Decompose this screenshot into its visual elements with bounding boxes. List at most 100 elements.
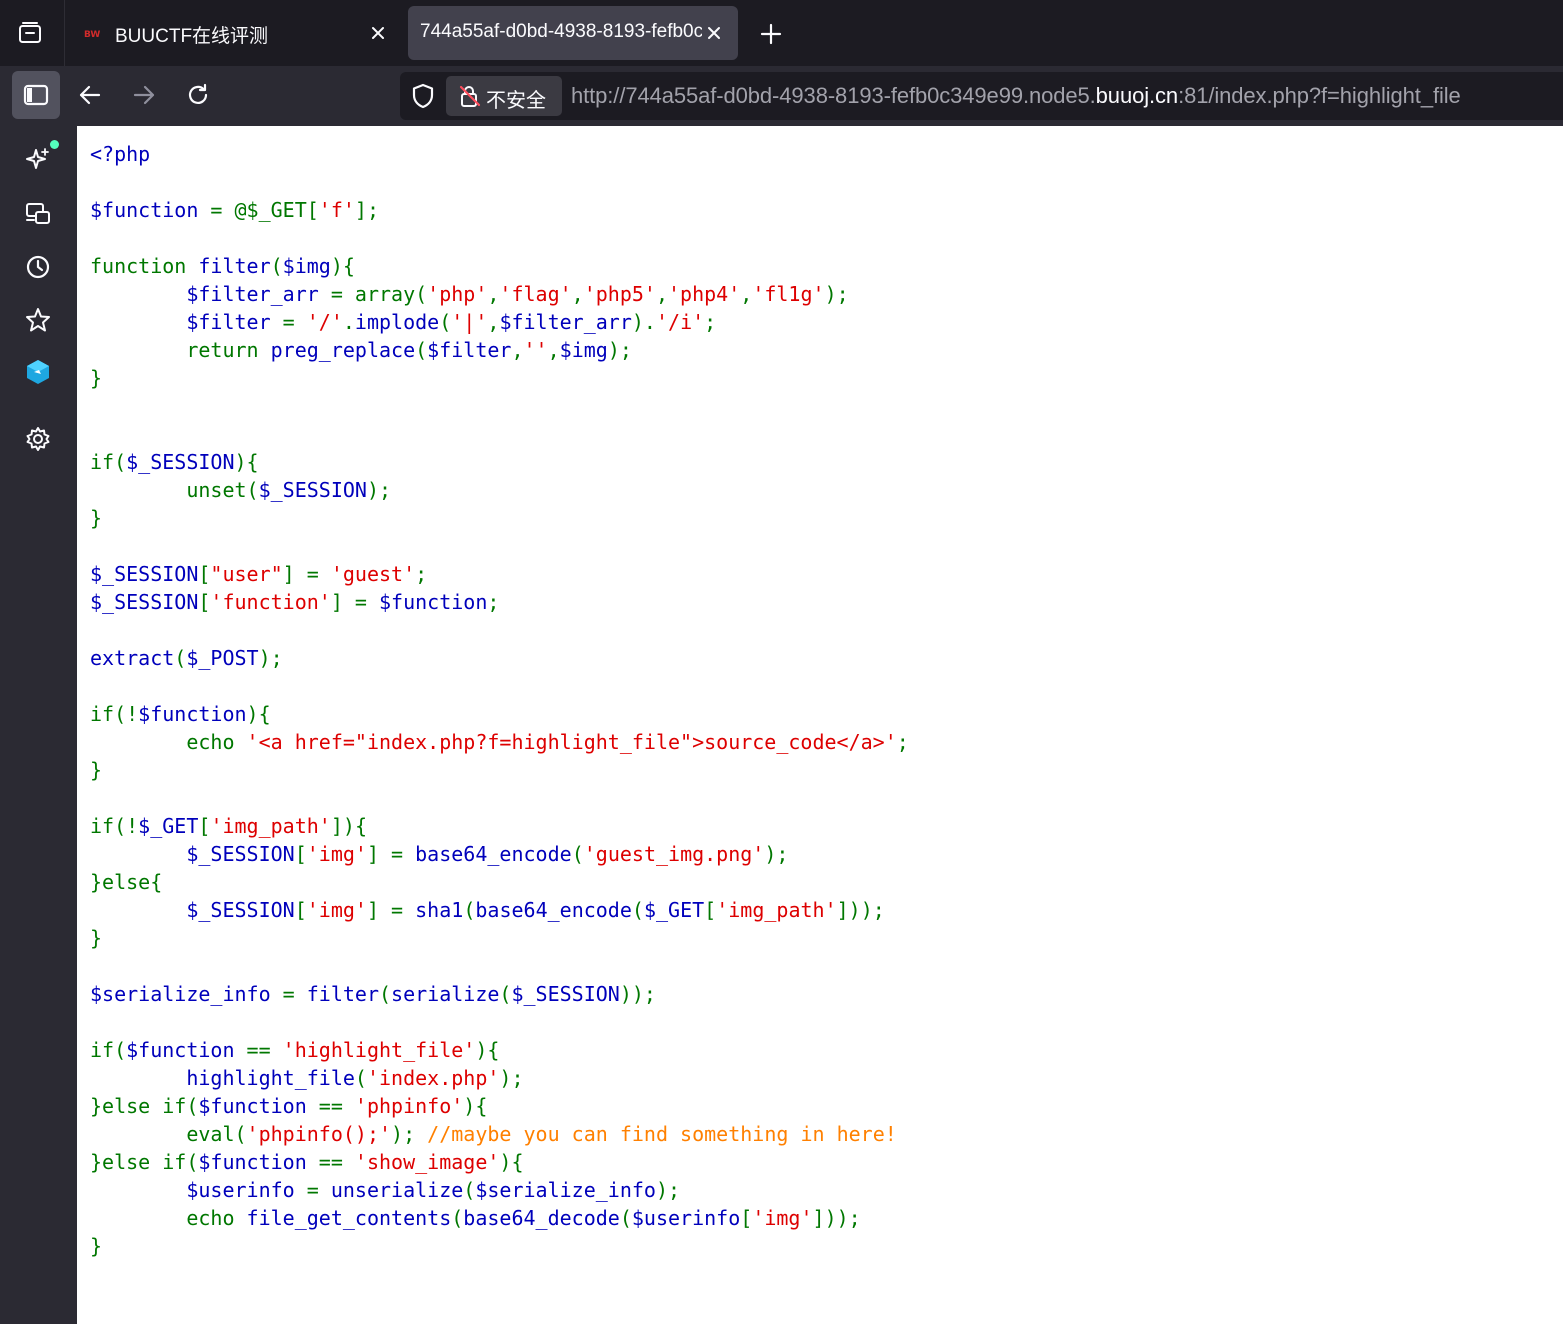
code-token: implode bbox=[354, 310, 440, 334]
code-token: unset( bbox=[186, 478, 259, 502]
code-token: ); bbox=[499, 1066, 524, 1090]
code-token: 'function' bbox=[210, 590, 331, 614]
back-button[interactable] bbox=[70, 75, 110, 115]
code-token: 'flag' bbox=[499, 282, 572, 306]
sparkle-icon bbox=[26, 148, 49, 169]
code-token: 'index.php' bbox=[366, 1066, 500, 1090]
code-token: 'img' bbox=[306, 842, 367, 866]
code-token: [ bbox=[198, 562, 211, 586]
code-token: ])); bbox=[836, 898, 885, 922]
code-token: $_SESSION bbox=[90, 562, 199, 586]
tab-buuctf[interactable]: BW BUUCTF在线评测 bbox=[72, 6, 398, 60]
code-token: '/' bbox=[306, 310, 343, 334]
code-token: 'show_image' bbox=[354, 1150, 500, 1174]
tab-active[interactable]: 744a55af-d0bd-4938-8193-fefb0c349e99.nod… bbox=[408, 6, 738, 60]
code-token: $_SESSION bbox=[258, 478, 367, 502]
code-token: }else{ bbox=[90, 870, 163, 894]
code-token: file_get_contents bbox=[246, 1206, 452, 1230]
url-prefix: http://744a55af-d0bd-4938-8193-fefb0c349… bbox=[571, 83, 1096, 108]
code-token: unserialize bbox=[330, 1178, 464, 1202]
code-token: $_POST bbox=[186, 646, 259, 670]
tab-close-button[interactable] bbox=[702, 21, 726, 45]
code-token: $_SESSION bbox=[126, 450, 235, 474]
code-token: ){ bbox=[475, 1038, 500, 1062]
code-token: ] = bbox=[366, 898, 416, 922]
insecure-label: 不安全 bbox=[486, 90, 546, 112]
code-token: '<a href="index.php?f=highlight_file">so… bbox=[246, 730, 897, 754]
url-text[interactable]: http://744a55af-d0bd-4938-8193-fefb0c349… bbox=[571, 83, 1461, 109]
code-token: } bbox=[90, 366, 103, 390]
code-token: [ bbox=[294, 898, 307, 922]
reload-button[interactable] bbox=[178, 75, 218, 115]
code-token: 'img_path' bbox=[210, 814, 331, 838]
code-token: [ bbox=[198, 814, 211, 838]
code-token: @$_GET[ bbox=[234, 198, 319, 222]
tab-list-button[interactable] bbox=[10, 13, 50, 53]
code-token: ); bbox=[764, 842, 789, 866]
code-token: = bbox=[270, 982, 307, 1006]
code-token: ); bbox=[366, 478, 392, 502]
code-token: if( bbox=[90, 1038, 127, 1062]
new-tab-button[interactable] bbox=[751, 14, 791, 54]
code-token: echo bbox=[186, 730, 247, 754]
code-token: } bbox=[90, 926, 103, 950]
sidebar-history-button[interactable] bbox=[20, 249, 56, 285]
code-token: ){ bbox=[234, 450, 259, 474]
code-token: 'php4' bbox=[668, 282, 741, 306]
bookmark-star-icon bbox=[26, 308, 50, 332]
code-token: filter bbox=[198, 254, 271, 278]
code-token: $function bbox=[90, 198, 199, 222]
code-token: ); bbox=[607, 338, 632, 362]
tab-close-button[interactable] bbox=[366, 21, 390, 45]
code-token: 'highlight_file' bbox=[282, 1038, 476, 1062]
code-token: = bbox=[270, 310, 307, 334]
code-token: $img bbox=[559, 338, 608, 362]
tab-list-icon bbox=[19, 22, 41, 43]
code-token: ( bbox=[499, 982, 512, 1006]
code-token: echo bbox=[186, 1206, 247, 1230]
code-token: highlight_file bbox=[186, 1066, 355, 1090]
sidebar-ai-chat-button[interactable] bbox=[20, 140, 59, 178]
code-token: } bbox=[90, 1234, 103, 1258]
forward-button[interactable] bbox=[124, 75, 164, 115]
sidebar-bookmarks-button[interactable] bbox=[20, 302, 56, 338]
svg-text:BW: BW bbox=[84, 30, 100, 40]
code-token: $_SESSION bbox=[90, 590, 199, 614]
code-token: ( bbox=[379, 982, 392, 1006]
code-token: $filter bbox=[186, 310, 271, 334]
sidebar-extension-button[interactable] bbox=[20, 354, 56, 390]
code-token: 'phpinfo' bbox=[354, 1094, 464, 1118]
code-token: [ bbox=[198, 590, 211, 614]
code-token: 'php' bbox=[427, 282, 488, 306]
code-comment: //maybe you can find something in here! bbox=[427, 1122, 897, 1146]
code-token: ( bbox=[270, 254, 283, 278]
code-token: 'img' bbox=[306, 898, 367, 922]
code-token: ( bbox=[415, 338, 428, 362]
code-token: base64_encode bbox=[415, 842, 572, 866]
sidebar-settings-button[interactable] bbox=[20, 421, 56, 457]
code-token: $userinfo bbox=[186, 1178, 295, 1202]
php-source-code: <?php $function = @$_GET['f']; function … bbox=[90, 140, 909, 1260]
buuctf-favicon-icon: BW bbox=[84, 30, 100, 40]
code-token: 'guest' bbox=[330, 562, 416, 586]
sidebar-toggle-button[interactable] bbox=[12, 71, 60, 119]
code-token: $function bbox=[198, 1094, 307, 1118]
code-token: ; bbox=[704, 310, 717, 334]
url-bar[interactable]: 不安全 http://744a55af-d0bd-4938-8193-fefb0… bbox=[400, 72, 1563, 120]
code-token: = bbox=[318, 282, 355, 306]
code-token: 'guest_img.png' bbox=[583, 842, 765, 866]
code-token: ; bbox=[896, 730, 909, 754]
sidebar-synced-tabs-button[interactable] bbox=[20, 196, 56, 232]
code-token: sha1 bbox=[415, 898, 464, 922]
shield-icon[interactable] bbox=[410, 83, 436, 109]
code-token: ]){ bbox=[330, 814, 367, 838]
connection-insecure-badge[interactable]: 不安全 bbox=[446, 76, 562, 116]
close-icon bbox=[372, 27, 384, 39]
code-token: $_GET bbox=[138, 814, 199, 838]
code-token: ]; bbox=[354, 198, 380, 222]
code-token: return bbox=[186, 338, 271, 362]
code-token: ); bbox=[258, 646, 283, 670]
history-icon bbox=[26, 255, 50, 279]
code-token: , bbox=[511, 338, 524, 362]
code-token: ] = bbox=[366, 842, 416, 866]
